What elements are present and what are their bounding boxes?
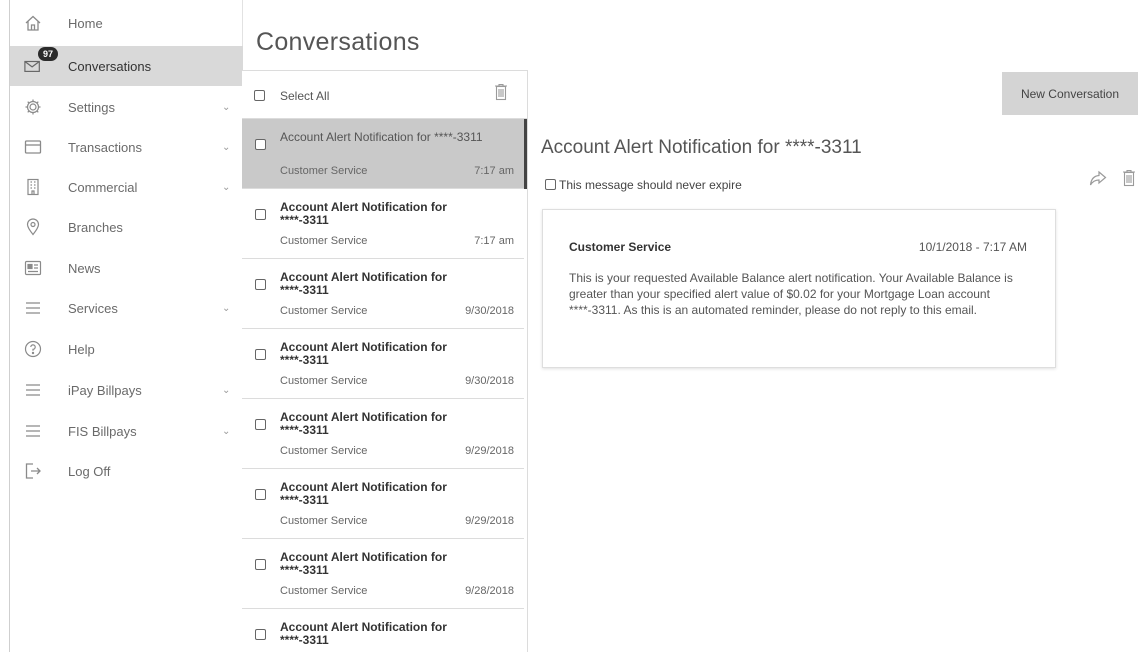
message-list-item[interactable]: Account Alert Notification for ****-3311… bbox=[242, 189, 524, 259]
forward-icon[interactable] bbox=[1089, 169, 1107, 190]
unread-count-badge: 97 bbox=[38, 47, 58, 61]
message-date: 9/29/2018 bbox=[465, 445, 514, 457]
chevron-down-icon: ⌄ bbox=[222, 101, 231, 113]
message-checkbox[interactable] bbox=[255, 629, 266, 640]
chevron-down-icon: ⌄ bbox=[222, 302, 231, 314]
message-sender: Customer Service bbox=[569, 240, 672, 254]
sidebar-item-help[interactable]: Help bbox=[10, 329, 243, 369]
sidebar-item-conversations[interactable]: 97 Conversations bbox=[10, 46, 243, 86]
message-subject: Account Alert Notification for ****-3311 bbox=[280, 130, 483, 144]
sidebar-item-home[interactable]: Home bbox=[10, 3, 243, 43]
message-list-item[interactable]: Account Alert Notification for ****-3311… bbox=[242, 469, 524, 539]
message-list-item[interactable]: Account Alert Notification for ****-3311… bbox=[242, 399, 524, 469]
message-checkbox[interactable] bbox=[255, 279, 266, 290]
message-list-item[interactable]: Account Alert Notification for ****-3311… bbox=[242, 119, 524, 189]
message-subject: Account Alert Notification for ****-3311 bbox=[280, 480, 447, 507]
chevron-down-icon: ⌄ bbox=[222, 181, 231, 193]
sidebar-item-label: Conversations bbox=[68, 58, 152, 74]
envelope-icon bbox=[24, 57, 42, 75]
sidebar-item-label: Home bbox=[68, 15, 103, 31]
scrollbar-thumb[interactable] bbox=[524, 119, 527, 189]
message-subject: Account Alert Notification for ****-3311 bbox=[280, 550, 447, 577]
message-title: Account Alert Notification for ****-3311 bbox=[541, 137, 862, 158]
delete-message-icon[interactable] bbox=[1122, 169, 1136, 190]
new-conversation-button[interactable]: New Conversation bbox=[1002, 72, 1138, 115]
message-sender: Customer Service bbox=[280, 375, 368, 387]
card-icon bbox=[24, 138, 42, 156]
chevron-down-icon: ⌄ bbox=[222, 384, 231, 396]
message-checkbox[interactable] bbox=[255, 489, 266, 500]
message-date: 9/28/2018 bbox=[465, 585, 514, 597]
help-icon bbox=[24, 340, 42, 358]
message-checkbox[interactable] bbox=[255, 139, 266, 150]
sidebar-item-label: Settings bbox=[68, 99, 115, 115]
message-list-item[interactable]: Account Alert Notification for ****-3311 bbox=[242, 609, 524, 652]
message-sender: Customer Service bbox=[280, 445, 368, 457]
message-sender: Customer Service bbox=[280, 165, 368, 177]
menu-icon bbox=[24, 381, 42, 399]
never-expire-checkbox[interactable] bbox=[545, 179, 556, 190]
sidebar-item-commercial[interactable]: Commercial ⌄ bbox=[10, 167, 243, 207]
message-subject: Account Alert Notification for ****-3311 bbox=[280, 340, 447, 367]
message-date: 9/30/2018 bbox=[465, 375, 514, 387]
message-subject: Account Alert Notification for ****-3311 bbox=[280, 200, 447, 227]
message-body: This is your requested Available Balance… bbox=[569, 271, 1013, 317]
sidebar-item-branches[interactable]: Branches bbox=[10, 207, 243, 247]
select-all-label: Select All bbox=[280, 89, 330, 103]
never-expire-label: This message should never expire bbox=[559, 178, 742, 192]
message-subject: Account Alert Notification for ****-3311 bbox=[280, 410, 447, 437]
sidebar-item-label: Help bbox=[68, 341, 95, 357]
sidebar-nav: Home 97 Conversations Settings ⌄ Transac… bbox=[10, 0, 243, 652]
message-timestamp: 10/1/2018 - 7:17 AM bbox=[918, 240, 1027, 254]
message-checkbox[interactable] bbox=[255, 419, 266, 430]
sidebar-item-label: Branches bbox=[68, 219, 123, 235]
message-date: 9/30/2018 bbox=[465, 305, 514, 317]
building-icon bbox=[24, 178, 42, 196]
select-all-row: Select All bbox=[242, 71, 527, 119]
page-title: Conversations bbox=[256, 28, 420, 56]
menu-icon bbox=[24, 422, 42, 440]
message-subject: Account Alert Notification for ****-3311 bbox=[280, 270, 447, 297]
sidebar-item-label: Log Off bbox=[68, 463, 111, 479]
sidebar-item-label: Transactions bbox=[68, 139, 142, 155]
message-checkbox[interactable] bbox=[255, 349, 266, 360]
sidebar-item-settings[interactable]: Settings ⌄ bbox=[10, 87, 243, 127]
conversation-list: Select All Account Alert Notification fo… bbox=[242, 70, 528, 652]
sidebar-item-services[interactable]: Services ⌄ bbox=[10, 288, 243, 328]
sidebar-item-news[interactable]: News bbox=[10, 248, 243, 288]
sidebar-item-label: iPay Billpays bbox=[68, 382, 142, 398]
logout-icon bbox=[24, 462, 42, 480]
chevron-down-icon: ⌄ bbox=[222, 141, 231, 153]
trash-icon[interactable] bbox=[494, 83, 508, 104]
map-pin-icon bbox=[24, 218, 42, 236]
message-sender: Customer Service bbox=[280, 305, 368, 317]
newspaper-icon bbox=[24, 259, 42, 277]
sidebar-item-fis-billpays[interactable]: FIS Billpays ⌄ bbox=[10, 411, 243, 451]
message-sender: Customer Service bbox=[280, 585, 368, 597]
message-card: Customer Service 10/1/2018 - 7:17 AM Thi… bbox=[542, 209, 1056, 368]
select-all-checkbox[interactable] bbox=[254, 90, 265, 101]
menu-icon bbox=[24, 299, 42, 317]
gear-icon bbox=[24, 98, 42, 116]
message-checkbox[interactable] bbox=[255, 559, 266, 570]
message-list-item[interactable]: Account Alert Notification for ****-3311… bbox=[242, 259, 524, 329]
sidebar-item-label: News bbox=[68, 260, 101, 276]
message-sender: Customer Service bbox=[280, 515, 368, 527]
home-icon bbox=[24, 14, 42, 32]
message-date: 9/29/2018 bbox=[465, 515, 514, 527]
sidebar-item-ipay-billpays[interactable]: iPay Billpays ⌄ bbox=[10, 370, 243, 410]
sidebar-item-label: FIS Billpays bbox=[68, 423, 137, 439]
message-date: 7:17 am bbox=[474, 235, 514, 247]
message-subject: Account Alert Notification for ****-3311 bbox=[280, 620, 447, 647]
sidebar-item-transactions[interactable]: Transactions ⌄ bbox=[10, 127, 243, 167]
message-sender: Customer Service bbox=[280, 235, 368, 247]
sidebar-item-label: Services bbox=[68, 300, 118, 316]
message-date: 7:17 am bbox=[474, 165, 514, 177]
message-list-item[interactable]: Account Alert Notification for ****-3311… bbox=[242, 539, 524, 609]
sidebar-item-log-off[interactable]: Log Off bbox=[10, 451, 243, 491]
message-list-item[interactable]: Account Alert Notification for ****-3311… bbox=[242, 329, 524, 399]
message-checkbox[interactable] bbox=[255, 209, 266, 220]
sidebar-item-label: Commercial bbox=[68, 179, 138, 195]
chevron-down-icon: ⌄ bbox=[222, 425, 231, 437]
